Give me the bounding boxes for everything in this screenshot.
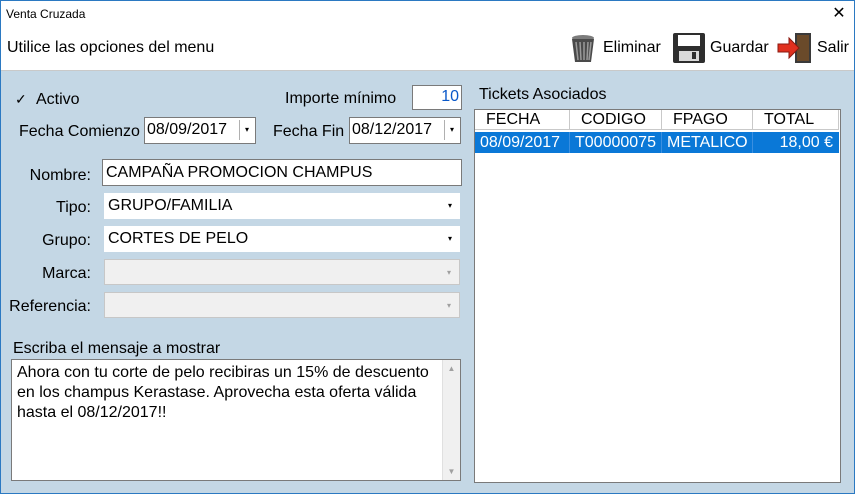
toolbar: Utilice las opciones del menu Eliminar G… <box>1 27 854 71</box>
brand-label: Marca: <box>42 265 91 282</box>
group-select[interactable]: CORTES DE PELO ▾ <box>104 226 460 252</box>
type-select[interactable]: GRUPO/FAMILIA ▾ <box>104 193 460 219</box>
chevron-down-icon[interactable]: ▾ <box>444 120 459 140</box>
floppy-disk-icon <box>673 33 705 63</box>
message-textarea[interactable]: Ahora con tu corte de pelo recibiras un … <box>11 359 461 481</box>
exit-button[interactable]: Salir <box>777 31 849 65</box>
chevron-down-icon[interactable]: ▾ <box>239 120 254 140</box>
end-date-value: 08/12/2017 <box>352 121 433 138</box>
delete-button[interactable]: Eliminar <box>567 31 661 65</box>
trash-icon <box>572 35 594 62</box>
cell-codigo: T00000075 <box>570 132 662 153</box>
window-title: Venta Cruzada <box>6 7 86 21</box>
table-row[interactable]: 08/09/2017 T00000075 METALICO 18,00 € <box>475 132 839 153</box>
column-header-codigo[interactable]: CODIGO <box>570 110 662 130</box>
chevron-down-icon[interactable]: ▾ <box>444 226 456 252</box>
message-line: en los champus Kerastase. Aprovecha esta… <box>17 384 417 401</box>
message-line: hasta el 08/12/2017!! <box>17 404 167 421</box>
start-date-label: Fecha Comienzo <box>19 123 140 140</box>
name-label: Nombre: <box>29 167 91 184</box>
chevron-down-icon[interactable]: ▾ <box>443 260 455 286</box>
scroll-down-icon[interactable]: ▼ <box>443 463 460 480</box>
tickets-title: Tickets Asociados <box>479 86 607 103</box>
end-date-label: Fecha Fin <box>273 123 345 140</box>
start-date-value: 08/09/2017 <box>147 121 228 138</box>
name-input[interactable]: CAMPAÑA PROMOCION CHAMPUS <box>102 159 462 186</box>
chevron-down-icon[interactable]: ▾ <box>443 293 455 319</box>
save-button-label: Guardar <box>710 39 769 56</box>
column-header-total[interactable]: TOTAL <box>753 110 839 130</box>
exit-button-label: Salir <box>817 39 850 56</box>
reference-label: Referencia: <box>9 298 91 315</box>
chevron-down-icon[interactable]: ▾ <box>444 193 456 219</box>
scroll-up-icon[interactable]: ▲ <box>443 360 460 377</box>
message-scrollbar[interactable]: ▲ ▼ <box>442 360 460 480</box>
cell-total: 18,00 € <box>779 134 833 151</box>
min-amount-input[interactable]: 10 <box>412 85 462 110</box>
tickets-header-row: FECHA CODIGO FPAGO TOTAL <box>475 110 840 131</box>
min-amount-label: Importe mínimo <box>285 90 397 107</box>
active-checkbox[interactable]: ✓ <box>15 92 27 106</box>
reference-select[interactable]: ▾ <box>104 292 460 318</box>
message-label: Escriba el mensaje a mostrar <box>13 340 221 357</box>
title-bar: Venta Cruzada ✕ <box>1 1 854 27</box>
brand-select[interactable]: ▾ <box>104 259 460 285</box>
cell-fpago: METALICO <box>662 132 753 153</box>
type-label: Tipo: <box>56 199 91 216</box>
start-date-picker[interactable]: 08/09/2017 ▾ <box>144 117 256 144</box>
save-button[interactable]: Guardar <box>672 31 769 65</box>
toolbar-hint: Utilice las opciones del menu <box>7 39 215 56</box>
form-panel: ✓ Activo Importe mínimo 10 Fecha Comienz… <box>1 71 854 493</box>
end-date-picker[interactable]: 08/12/2017 ▾ <box>349 117 461 144</box>
message-line: Ahora con tu corte de pelo recibiras un … <box>17 364 429 381</box>
delete-button-label: Eliminar <box>603 39 661 56</box>
column-header-fecha[interactable]: FECHA <box>475 110 570 130</box>
column-header-fpago[interactable]: FPAGO <box>662 110 753 130</box>
venta-cruzada-window: Venta Cruzada ✕ Utilice las opciones del… <box>0 0 855 494</box>
tickets-grid: FECHA CODIGO FPAGO TOTAL 08/09/2017 T000… <box>474 109 841 483</box>
group-value: CORTES DE PELO <box>108 230 249 247</box>
close-icon[interactable]: ✕ <box>827 3 851 25</box>
cell-fecha: 08/09/2017 <box>475 132 570 153</box>
group-label: Grupo: <box>42 232 91 249</box>
exit-door-icon <box>777 33 811 63</box>
active-label: Activo <box>36 91 80 108</box>
message-text: Ahora con tu corte de pelo recibiras un … <box>17 363 437 423</box>
type-value: GRUPO/FAMILIA <box>108 197 233 214</box>
